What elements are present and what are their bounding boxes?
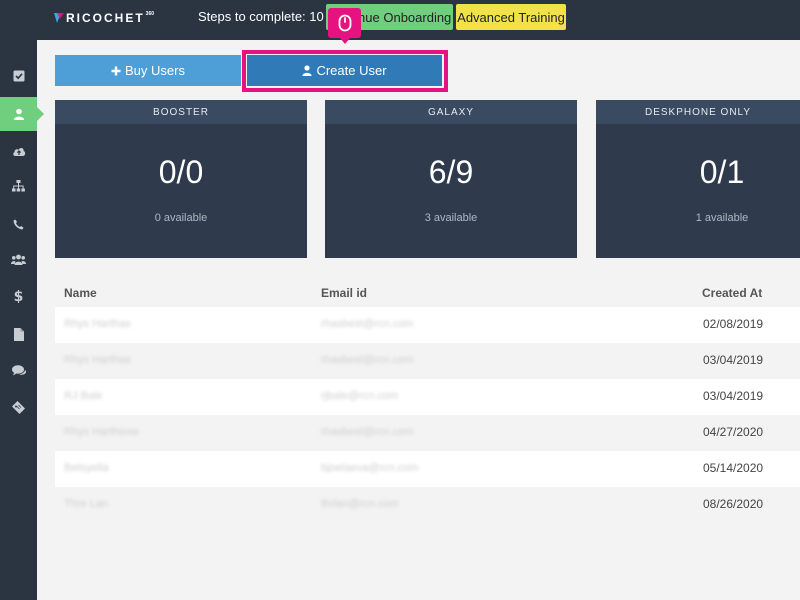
cell-created-at: 08/26/2020	[703, 497, 764, 511]
sidebar-item-documents[interactable]	[0, 317, 37, 351]
cell-created-at: 03/04/2019	[703, 389, 764, 403]
cell-name: Thre Lan	[64, 498, 109, 510]
steps-to-complete: Steps to complete: 10	[198, 9, 324, 24]
mouse-icon	[338, 14, 351, 32]
highlight-box	[242, 50, 448, 92]
click-indicator-bubble	[328, 8, 361, 44]
card-title: GALAXY	[325, 100, 577, 124]
cell-email: rhasbest@rcn.com	[321, 318, 414, 330]
cell-name: Rhys Harthas	[64, 318, 131, 330]
brand-logo[interactable]: RICOCHET 360	[54, 11, 154, 25]
sidebar-item-phone[interactable]	[0, 207, 37, 241]
card-count: 0/0	[158, 154, 204, 190]
cell-email: rhasbest@rcn.com	[321, 354, 414, 366]
card-title: BOOSTER	[55, 100, 307, 124]
buy-users-button[interactable]: Buy Users	[55, 55, 241, 86]
ticket-icon	[12, 400, 25, 414]
checkbox-icon	[13, 70, 24, 82]
cell-created-at: 04/27/2020	[703, 425, 764, 439]
sidebar-item-tickets[interactable]	[0, 390, 37, 424]
file-icon	[13, 327, 24, 341]
cell-email: bjoelaeva@rcn.com	[321, 462, 419, 474]
sidebar-item-hierarchy[interactable]	[0, 169, 37, 203]
ricochet-logo-icon	[54, 13, 64, 23]
sidebar-item-upload[interactable]	[0, 134, 37, 168]
phone-icon	[13, 219, 24, 229]
table-row[interactable]: Thre Lan thrlan@rcn.com 08/26/2020	[55, 487, 800, 523]
brand-sup: 360	[145, 11, 155, 17]
top-bar: RICOCHET 360 Steps to complete: 10 Conti…	[0, 0, 800, 40]
sidebar-item-users[interactable]	[0, 97, 44, 131]
cell-email: rhasbest@rcn.com	[321, 426, 414, 438]
card-available: 0 available	[154, 212, 208, 224]
cell-email: thrlan@rcn.com	[321, 498, 399, 510]
sidebar-item-tasks[interactable]	[0, 59, 37, 93]
brand-name: RICOCHET	[66, 11, 145, 25]
license-card-galaxy: GALAXY 6/9 3 available	[325, 100, 577, 258]
cell-created-at: 05/14/2020	[703, 461, 764, 475]
license-card-deskphone-only: DESKPHONE ONLY 0/1 1 available	[596, 100, 800, 258]
sidebar-item-billing[interactable]: $	[0, 280, 37, 314]
table-row[interactable]: Rhys Harthas rhasbest@rcn.com 02/08/2019	[55, 307, 800, 343]
column-header-name[interactable]: Name	[64, 286, 97, 300]
card-available: 3 available	[424, 212, 478, 224]
cell-name: RJ Bale	[64, 390, 103, 402]
table-row[interactable]: Rhys Harthiose rhasbest@rcn.com 04/27/20…	[55, 415, 800, 451]
card-count: 0/1	[699, 154, 745, 190]
advanced-training-button[interactable]: Advanced Training	[456, 4, 566, 30]
sidebar-item-messages[interactable]	[0, 354, 37, 388]
buy-users-label: Buy Users	[125, 63, 185, 78]
license-card-booster: BOOSTER 0/0 0 available	[55, 100, 307, 258]
users-icon	[11, 254, 26, 265]
card-count: 6/9	[428, 154, 474, 190]
cell-email: rjbale@rcn.com	[321, 390, 399, 402]
cell-created-at: 03/04/2019	[703, 353, 764, 367]
comments-icon	[11, 365, 26, 376]
column-header-created-at[interactable]: Created At	[702, 286, 762, 300]
sitemap-icon	[12, 180, 25, 192]
card-available: 1 available	[695, 212, 749, 224]
sidebar-item-groups[interactable]	[0, 242, 37, 276]
user-icon	[13, 108, 24, 120]
cell-created-at: 02/08/2019	[703, 317, 764, 331]
table-row[interactable]: Rhys Harthas rhasbest@rcn.com 03/04/2019	[55, 343, 800, 379]
cell-name: Rhys Harthas	[64, 354, 131, 366]
table-row[interactable]: Betsyella bjoelaeva@rcn.com 05/14/2020	[55, 451, 800, 487]
column-header-email[interactable]: Email id	[321, 286, 367, 300]
plus-icon	[111, 66, 121, 76]
cell-name: Betsyella	[64, 462, 109, 474]
card-title: DESKPHONE ONLY	[596, 100, 800, 124]
dollar-icon: $	[13, 289, 24, 305]
cloud-upload-icon	[12, 147, 25, 156]
table-row[interactable]: RJ Bale rjbale@rcn.com 03/04/2019	[55, 379, 800, 415]
sidebar: $	[0, 40, 44, 600]
cell-name: Rhys Harthiose	[64, 426, 140, 438]
